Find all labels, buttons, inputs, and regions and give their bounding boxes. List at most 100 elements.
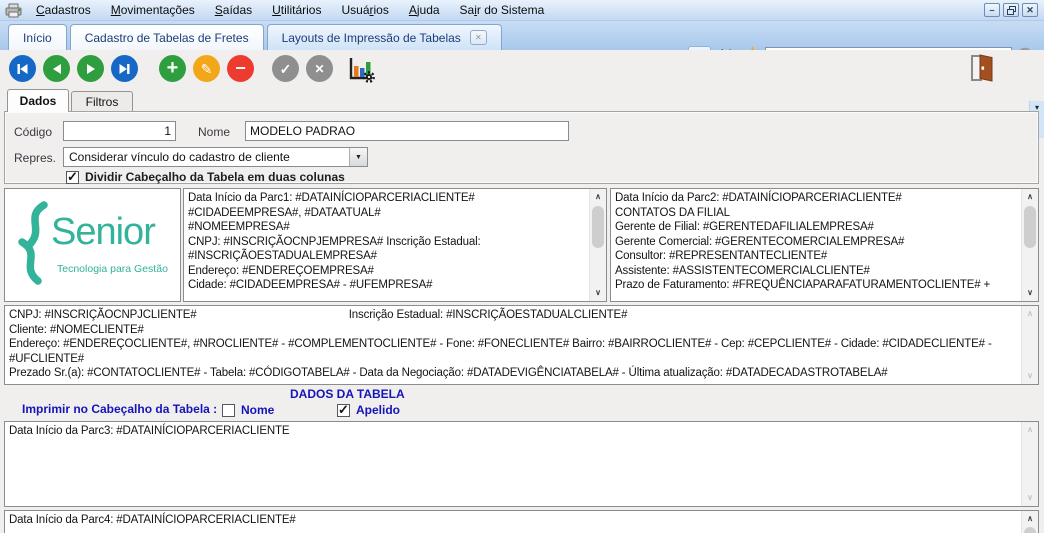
cancel-button[interactable]: ✕ [306,55,333,82]
next-record-button[interactable] [77,55,104,82]
tab-inicio-label: Início [23,30,52,45]
dropdown-arrow-icon: ▼ [355,153,362,161]
brand-tagline: Tecnologia para Gestão [57,263,168,275]
report-chart-button[interactable] [346,54,376,84]
divide-header-checkbox[interactable]: ✓ [66,168,79,184]
close-window-button[interactable]: ✕ [1022,3,1038,17]
scroll-down-icon[interactable]: ∨ [590,286,606,300]
vertical-scrollbar[interactable]: ∧ ∨ [1021,422,1038,506]
vertical-scrollbar[interactable]: ∧ ∨ [589,189,606,301]
app-icon [5,3,22,17]
repres-dropdown-button[interactable]: ▼ [349,148,367,166]
restore-icon [1006,5,1016,15]
cancel-icon: ✕ [314,61,325,76]
scroll-down-icon[interactable]: ∨ [1022,369,1038,383]
restore-button[interactable] [1003,3,1019,17]
menu-item-ajuda[interactable]: Ajuda [399,1,450,20]
previous-record-icon [52,63,61,74]
menu-item-utilitarios[interactable]: Utilitários [262,1,331,20]
first-record-icon [17,63,28,74]
repres-selected-value: Considerar vínculo do cadastro de client… [69,150,290,164]
header-col1-text[interactable]: Data Início da Parc1: #DATAINÍCIOPARCERI… [184,189,589,301]
checkmark-icon: ✓ [67,168,78,184]
scroll-up-icon[interactable]: ∧ [1022,512,1038,526]
confirm-icon: ✓ [279,60,292,77]
repres-select[interactable]: Considerar vínculo do cadastro de client… [63,147,368,167]
senior-logo-glyph [18,201,48,285]
last-record-icon [119,63,130,74]
menu-item-cadastros[interactable]: Cadastros [26,1,101,20]
close-tab-icon[interactable]: ✕ [469,30,487,45]
form-tab-dados[interactable]: Dados [7,89,69,112]
scroll-thumb[interactable] [1024,206,1036,248]
tab-cadastro-tabelas-fretes[interactable]: Cadastro de Tabelas de Fretes [69,24,264,50]
scroll-thumb[interactable] [1024,527,1036,533]
header-col2-text[interactable]: Data Início da Parc2: #DATAINÍCIOPARCERI… [611,189,1021,301]
header-col2-editor[interactable]: Data Início da Parc2: #DATAINÍCIOPARCERI… [610,188,1039,302]
apelido-checkbox[interactable]: ✓ [337,401,350,417]
tab-layouts-impressao[interactable]: Layouts de Impressão de Tabelas ✕ [266,24,502,50]
footer-parc4-text[interactable]: Data Início da Parc4: #DATAINÍCIOPARCERI… [5,511,1021,533]
scroll-thumb[interactable] [592,206,604,248]
form-tab-filtros[interactable]: Filtros [71,91,133,112]
table-section-title: DADOS DA TABELA [290,387,405,401]
record-toolbar: + ✎ − ✓ ✕ ▾ [0,50,1044,138]
add-record-button[interactable]: + [159,55,186,82]
footer-parc3-editor[interactable]: Data Início da Parc3: #DATAINÍCIOPARCERI… [4,421,1039,507]
first-record-button[interactable] [9,55,36,82]
codigo-input[interactable]: 1 [63,121,176,141]
footer-parc4-editor[interactable]: Data Início da Parc4: #DATAINÍCIOPARCERI… [4,510,1039,533]
previous-record-button[interactable] [43,55,70,82]
form-tab-dados-label: Dados [19,94,57,108]
nome-checkbox[interactable]: ✓ [222,403,235,417]
vertical-scrollbar[interactable]: ∧ [1021,511,1038,533]
tab-cadastro-label: Cadastro de Tabelas de Fretes [84,30,249,45]
footer-parc3-text[interactable]: Data Início da Parc3: #DATAINÍCIOPARCERI… [5,422,1021,506]
divide-header-checkbox-row: ✓ Dividir Cabeçalho da Tabela em duas co… [66,168,345,184]
scroll-down-icon[interactable]: ∨ [1022,286,1038,300]
nome-input[interactable]: MODELO PADRAO [245,121,569,141]
confirm-button[interactable]: ✓ [272,55,299,82]
next-record-icon [86,63,95,74]
record-groupbox: Código 1 Nome MODELO PADRAO Repres. Cons… [4,111,1039,184]
menu-item-sair-do-sistema[interactable]: Sair do Sistema [450,1,555,20]
tab-inicio[interactable]: Início [8,24,67,50]
edit-icon: ✎ [200,60,213,77]
repres-label: Repres. [14,151,57,165]
header-col1-editor[interactable]: Data Início da Parc1: #DATAINÍCIOPARCERI… [183,188,607,302]
edit-record-button[interactable]: ✎ [193,55,220,82]
delete-record-button[interactable]: − [227,55,254,82]
checkmark-icon: ✓ [338,401,349,417]
divide-header-label: Dividir Cabeçalho da Tabela em duas colu… [85,170,345,184]
menu-item-usuarios[interactable]: Usuários [331,1,398,20]
tab-layouts-label: Layouts de Impressão de Tabelas [281,30,461,45]
form-tab-filtros-label: Filtros [85,95,119,109]
vertical-scrollbar[interactable]: ∧ ∨ [1021,306,1038,384]
apelido-checkbox-label: Apelido [356,403,400,417]
exit-door-button[interactable] [968,53,996,83]
codigo-label: Código [14,125,53,139]
scroll-up-icon[interactable]: ∧ [590,190,606,204]
delete-icon: − [235,57,246,78]
apelido-checkbox-row: ✓ Apelido [337,401,400,417]
workspace-tab-strip: Início Cadastro de Tabelas de Fretes Lay… [0,21,1044,69]
window-controls: – ✕ [984,3,1038,17]
last-record-button[interactable] [111,55,138,82]
senior-logo-panel: Senior Tecnologia para Gestão [4,188,181,302]
scroll-down-icon[interactable]: ∨ [1022,491,1038,505]
menu-item-saidas[interactable]: Saídas [205,1,262,20]
nome-checkbox-label: Nome [241,403,275,417]
menu-item-movimentacoes[interactable]: Movimentações [101,1,205,20]
minimize-button[interactable]: – [984,3,1000,17]
client-header-text[interactable]: CNPJ: #INSCRIÇÃOCNPJCLIENTE# Inscrição E… [5,306,1021,384]
nome-checkbox-row: ✓ Nome [222,403,274,417]
scroll-up-icon[interactable]: ∧ [1022,190,1038,204]
add-icon: + [166,56,179,79]
vertical-scrollbar[interactable]: ∧ ∨ [1021,189,1038,301]
nome-label: Nome [198,125,231,139]
scroll-up-icon[interactable]: ∧ [1022,307,1038,321]
application-window: Cadastros Movimentações Saídas Utilitári… [0,0,1044,533]
client-header-editor[interactable]: CNPJ: #INSCRIÇÃOCNPJCLIENTE# Inscrição E… [4,305,1039,385]
scroll-up-icon[interactable]: ∧ [1022,423,1038,437]
brand-name: Senior [51,211,156,253]
